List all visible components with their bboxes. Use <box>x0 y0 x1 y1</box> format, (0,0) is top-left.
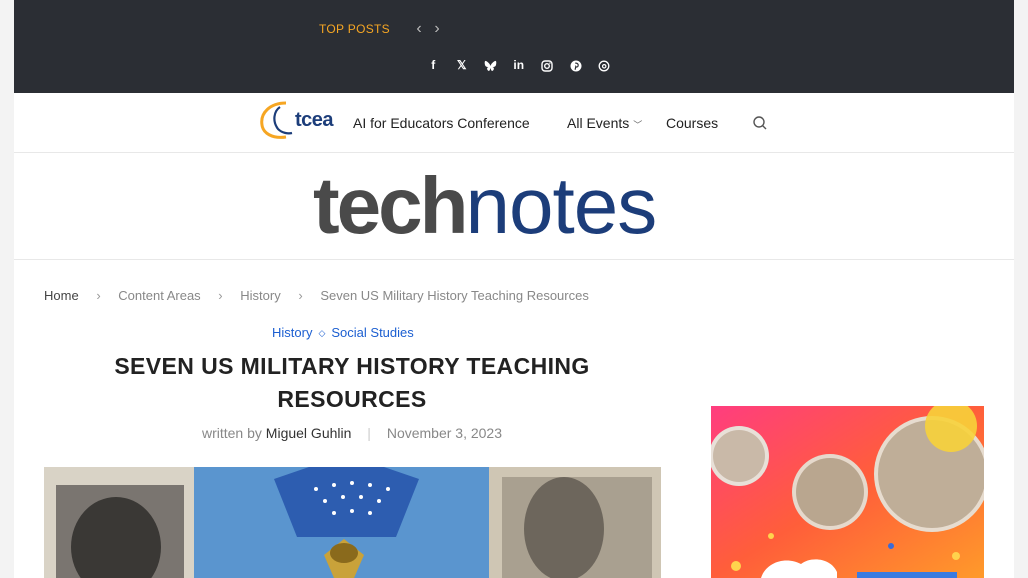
main-nav: tcea AI for Educators Conference All Eve… <box>14 93 1014 153</box>
social-links: f 𝕏 in <box>419 56 619 74</box>
article-byline: written by Miguel Guhlin | November 3, 2… <box>44 425 660 441</box>
brand-tech: tech <box>313 161 468 250</box>
page: TOP POSTS ‹ › f 𝕏 in tcea AI for Educato… <box>14 0 1014 578</box>
chevron-right-icon[interactable]: › <box>432 20 442 38</box>
nav-all-events-label: All Events <box>567 115 630 131</box>
threads-icon[interactable] <box>590 56 619 74</box>
top-posts-label: TOP POSTS <box>319 22 390 36</box>
x-icon[interactable]: 𝕏 <box>448 56 477 74</box>
category-social-studies[interactable]: Social Studies <box>331 325 413 340</box>
article-title-line2: RESOURCES <box>277 386 427 412</box>
nav-courses[interactable]: Courses <box>666 115 718 131</box>
top-bar: TOP POSTS ‹ › f 𝕏 in <box>14 0 1014 93</box>
tcea-logo-text[interactable]: tcea <box>295 109 334 132</box>
breadcrumb-current: Seven US Military History Teaching Resou… <box>320 288 589 303</box>
technotes-logo[interactable]: technotes <box>313 161 658 250</box>
chevron-right-icon: › <box>298 288 303 303</box>
brand-notes: notes <box>465 161 658 250</box>
top-posts-arrows: ‹ › <box>414 20 442 38</box>
breadcrumb: Home › Content Areas › History › Seven U… <box>44 288 589 303</box>
nav-ai-for-educators-conference[interactable]: AI for Educators Conference <box>353 115 530 131</box>
article-title-line1: SEVEN US MILITARY HISTORY TEACHING <box>114 353 590 379</box>
chevron-left-icon[interactable]: ‹ <box>414 20 424 38</box>
masthead: technotes <box>14 153 1014 260</box>
sidebar-ad-image[interactable] <box>711 406 984 578</box>
breadcrumb-content-areas[interactable]: Content Areas <box>118 288 200 303</box>
article-categories: History ◇ Social Studies <box>272 325 414 340</box>
author-link[interactable]: Miguel Guhlin <box>266 425 352 441</box>
diamond-icon: ◇ <box>318 328 326 338</box>
linkedin-icon[interactable]: in <box>505 56 534 74</box>
article-title: SEVEN US MILITARY HISTORY TEACHING RESOU… <box>44 350 660 416</box>
chevron-right-icon: › <box>96 288 101 303</box>
chevron-down-icon: ﹀ <box>633 120 643 130</box>
article-date: November 3, 2023 <box>386 425 503 441</box>
breadcrumb-history[interactable]: History <box>240 288 280 303</box>
bluesky-icon[interactable] <box>476 56 505 74</box>
facebook-icon[interactable]: f <box>419 56 448 74</box>
article-hero-image <box>44 467 661 578</box>
chevron-right-icon: › <box>218 288 223 303</box>
pinterest-icon[interactable] <box>562 56 591 74</box>
category-history[interactable]: History <box>272 325 312 340</box>
nav-all-events[interactable]: All Events ﹀ <box>567 115 642 131</box>
byline-divider: | <box>367 425 371 441</box>
instagram-icon[interactable] <box>533 56 562 74</box>
written-by-label: written by <box>201 425 262 441</box>
breadcrumb-home[interactable]: Home <box>44 288 79 303</box>
search-icon[interactable] <box>752 115 768 131</box>
